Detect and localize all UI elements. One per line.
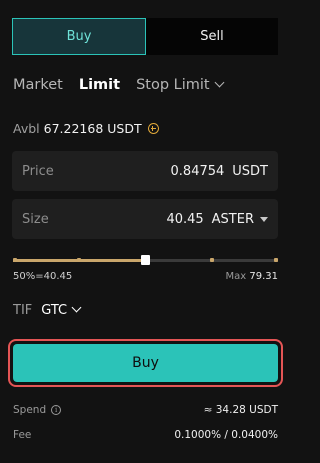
- fee-label: Fee: [13, 429, 32, 441]
- size-unit-select[interactable]: ASTER: [212, 212, 254, 227]
- slider-tick[interactable]: [13, 258, 17, 262]
- price-input[interactable]: 0.84754: [171, 164, 225, 179]
- buy-tab[interactable]: Buy: [12, 18, 146, 55]
- tab-stop-limit[interactable]: Stop Limit: [136, 77, 225, 93]
- slider-tick[interactable]: [274, 258, 278, 262]
- slider-percent-text: 50%=40.45: [13, 271, 73, 282]
- size-input[interactable]: 40.45: [166, 212, 203, 227]
- order-type-tabs: Market Limit Stop Limit: [13, 77, 239, 93]
- spend-label-wrap: Spend i: [13, 404, 62, 416]
- tif-label: TIF: [13, 303, 33, 318]
- time-in-force: TIF GTC: [13, 302, 82, 318]
- size-label: Size: [22, 211, 49, 227]
- fee-value: 0.1000% / 0.0400%: [174, 429, 278, 441]
- price-field[interactable]: Price 0.84754 USDT: [12, 151, 278, 191]
- spend-value: ≈ 34.28 USDT: [203, 404, 278, 416]
- tif-select[interactable]: GTC: [41, 303, 67, 318]
- tab-market[interactable]: Market: [13, 77, 63, 93]
- slider-tick[interactable]: [210, 258, 214, 262]
- side-toggle: Buy Sell: [12, 18, 278, 55]
- slider-tick[interactable]: [77, 258, 81, 262]
- price-label: Price: [22, 163, 54, 179]
- tab-limit[interactable]: Limit: [79, 77, 120, 93]
- chevron-down-icon[interactable]: [71, 302, 82, 313]
- available-balance: Avbl 67.22168 USDT: [13, 121, 159, 136]
- buy-button[interactable]: Buy: [13, 344, 278, 382]
- slider-max: Max 79.31: [225, 271, 278, 282]
- sell-tab[interactable]: Sell: [146, 18, 278, 55]
- spend-row: Spend i ≈ 34.28 USDT: [13, 404, 278, 416]
- fee-row: Fee 0.1000% / 0.0400%: [13, 429, 278, 441]
- tab-stop-limit-label: Stop Limit: [136, 77, 210, 93]
- slider-max-label: Max: [225, 271, 247, 282]
- price-unit: USDT: [232, 163, 268, 179]
- info-icon[interactable]: i: [51, 405, 62, 415]
- size-slider-handle[interactable]: [141, 255, 150, 265]
- available-value: 67.22168 USDT: [43, 121, 142, 136]
- caret-down-icon[interactable]: [260, 216, 268, 222]
- add-funds-icon[interactable]: [147, 123, 159, 134]
- chevron-down-icon: [214, 77, 225, 88]
- spend-label: Spend: [13, 404, 47, 416]
- slider-max-value: 79.31: [249, 271, 278, 282]
- available-label: Avbl: [13, 121, 40, 136]
- buy-button-highlight: Buy: [8, 339, 283, 387]
- size-field[interactable]: Size 40.45 ASTER: [12, 199, 278, 239]
